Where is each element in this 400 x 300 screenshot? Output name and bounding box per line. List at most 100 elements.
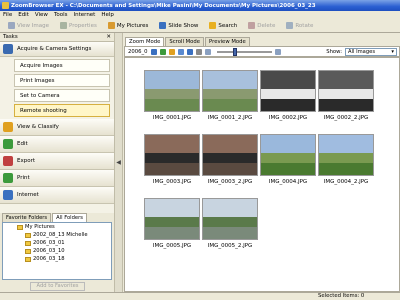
menu-help[interactable]: Help: [101, 12, 114, 18]
task-set-to-camera[interactable]: Set to Camera: [14, 89, 110, 102]
thumbnail[interactable]: IMG_0004_2.JPG: [318, 134, 374, 187]
edit-icon: [3, 139, 13, 149]
thumbnail-image[interactable]: [260, 70, 316, 112]
task-section-label: Internet: [17, 192, 39, 198]
tree-folder[interactable]: 2002_08_13 Michelle: [3, 231, 111, 239]
add-to-favorites-button[interactable]: Add to Favorites: [30, 282, 85, 291]
slide-show-icon: [159, 22, 167, 29]
tree-folder-label: 2006_03_10: [33, 248, 65, 254]
task-section-export[interactable]: Export: [0, 153, 114, 170]
task-print-images[interactable]: Print Images: [14, 74, 110, 87]
tree-folder[interactable]: My Pictures: [3, 223, 111, 231]
title-bar: ZoomBrowser EX - C:\Documents and Settin…: [0, 0, 400, 11]
folder-icon: [25, 256, 31, 262]
tab-preview-mode[interactable]: Preview Mode: [205, 37, 250, 46]
search-button[interactable]: Search: [206, 20, 240, 31]
menu-tools[interactable]: Tools: [54, 12, 68, 18]
thumbnail-image[interactable]: [144, 134, 200, 176]
toolbar-button-label: Slide Show: [168, 22, 199, 29]
search-icon: [209, 22, 217, 29]
thumbnail-image[interactable]: [202, 198, 258, 240]
tree-folder[interactable]: 2006_03_18: [3, 255, 111, 263]
thumbnail-image[interactable]: [144, 70, 200, 112]
menu-edit[interactable]: Edit: [18, 12, 29, 18]
tasks-title: Tasks: [3, 34, 18, 40]
toolbar-button-label: View Image: [17, 22, 50, 29]
tab-favorite-folders[interactable]: Favorite Folders: [2, 213, 52, 222]
tab-all-folders[interactable]: All Folders: [52, 213, 87, 222]
thumbnail-image[interactable]: [318, 70, 374, 112]
tasks-close-icon[interactable]: ✕: [106, 34, 111, 40]
zoom-slider[interactable]: [216, 47, 272, 56]
thumbnail[interactable]: IMG_0003.JPG: [144, 134, 200, 187]
thumbnail-image[interactable]: [260, 134, 316, 176]
task-acquire-images[interactable]: Acquire Images: [14, 59, 110, 72]
menu-view[interactable]: View: [35, 12, 48, 18]
task-section-print[interactable]: Print: [0, 170, 114, 187]
zoom-slider-knob[interactable]: [233, 47, 237, 56]
thumbnail[interactable]: IMG_0004.JPG: [260, 134, 316, 187]
delete-button[interactable]: Delete: [245, 20, 278, 31]
thumbnail-caption: IMG_0003_2.JPG: [207, 179, 253, 185]
tab-scroll-mode[interactable]: Scroll Mode: [165, 37, 205, 46]
tree-folder-label: My Pictures: [25, 224, 55, 230]
thumbnail-caption: IMG_0002.JPG: [268, 115, 308, 121]
view-mode-tabs: Zoom Mode Scroll Mode Preview Mode: [124, 37, 400, 46]
task-section-label: View & Classify: [17, 124, 59, 130]
thumbnail[interactable]: IMG_0001.JPG: [144, 70, 200, 123]
thumbnail[interactable]: IMG_0005.JPG: [144, 198, 200, 251]
thumbnail-image[interactable]: [318, 134, 374, 176]
thumbnail-caption: IMG_0001.JPG: [152, 115, 192, 121]
thumbnail-small-icon[interactable]: [204, 48, 211, 55]
navigation-bar: 2006_0 Show: All Images ▾: [124, 46, 400, 57]
task-section-edit[interactable]: Edit: [0, 136, 114, 153]
thumbnail-image[interactable]: [144, 198, 200, 240]
thumbnail[interactable]: IMG_0003_2.JPG: [202, 134, 258, 187]
panel-splitter[interactable]: ◀: [114, 33, 123, 292]
task-section-view-classify[interactable]: View & Classify: [0, 119, 114, 136]
forward-icon[interactable]: [159, 48, 166, 55]
thumbnail-image[interactable]: [202, 134, 258, 176]
thumbnail[interactable]: IMG_0001_2.JPG: [202, 70, 258, 123]
back-icon[interactable]: [150, 48, 157, 55]
view-image-button[interactable]: View Image: [5, 20, 52, 31]
task-remote-shooting[interactable]: Remote shooting: [14, 104, 110, 117]
select-arrow-icon[interactable]: [195, 48, 202, 55]
sort-icon[interactable]: [177, 48, 184, 55]
collapse-arrow-icon[interactable]: ◀: [116, 159, 121, 166]
folder-tabs: Favorite Folders All Folders: [0, 213, 114, 222]
menu-file[interactable]: File: [3, 12, 12, 18]
thumbnail[interactable]: IMG_0005_2.JPG: [202, 198, 258, 251]
menu-internet[interactable]: Internet: [74, 12, 96, 18]
tab-zoom-mode[interactable]: Zoom Mode: [125, 37, 165, 46]
info-icon[interactable]: [186, 48, 193, 55]
folder-tree[interactable]: My Pictures 2002_08_13 Michelle 2006_03_01…: [2, 222, 112, 280]
thumbnail[interactable]: IMG_0002_2.JPG: [318, 70, 374, 123]
toolbar: View Image Properties My Pictures Slide Sho…: [0, 19, 400, 33]
status-selected-items: Selected Items: 0: [318, 293, 365, 299]
toolbar-button-label: Delete: [257, 22, 276, 29]
folder-up-icon[interactable]: [168, 48, 175, 55]
thumbnail-large-icon[interactable]: [274, 48, 281, 55]
toolbar-button-label: Search: [218, 22, 238, 29]
folder-icon: [25, 232, 31, 238]
rotate-button[interactable]: Rotate: [283, 20, 316, 31]
toolbar-button-label: Properties: [69, 22, 97, 29]
menu-bar: File Edit View Tools Internet Help: [0, 11, 400, 19]
tree-folder-label: 2002_08_13 Michelle: [33, 232, 88, 238]
delete-icon: [248, 22, 256, 29]
properties-icon: [60, 22, 68, 29]
tree-folder[interactable]: 2006_03_01: [3, 239, 111, 247]
my-pictures-icon: [107, 22, 115, 29]
properties-button[interactable]: Properties: [57, 20, 100, 31]
task-section-label: Edit: [17, 141, 28, 147]
show-filter-select[interactable]: All Images ▾: [345, 47, 397, 56]
slide-show-button[interactable]: Slide Show: [156, 20, 201, 31]
task-section-acquire[interactable]: Acquire & Camera Settings: [0, 42, 114, 57]
toolbar-button-label: My Pictures: [116, 22, 149, 29]
my-pictures-button[interactable]: My Pictures: [105, 20, 152, 31]
thumbnail[interactable]: IMG_0002.JPG: [260, 70, 316, 123]
task-section-internet[interactable]: Internet: [0, 187, 114, 204]
tree-folder[interactable]: 2006_03_10: [3, 247, 111, 255]
thumbnail-image[interactable]: [202, 70, 258, 112]
